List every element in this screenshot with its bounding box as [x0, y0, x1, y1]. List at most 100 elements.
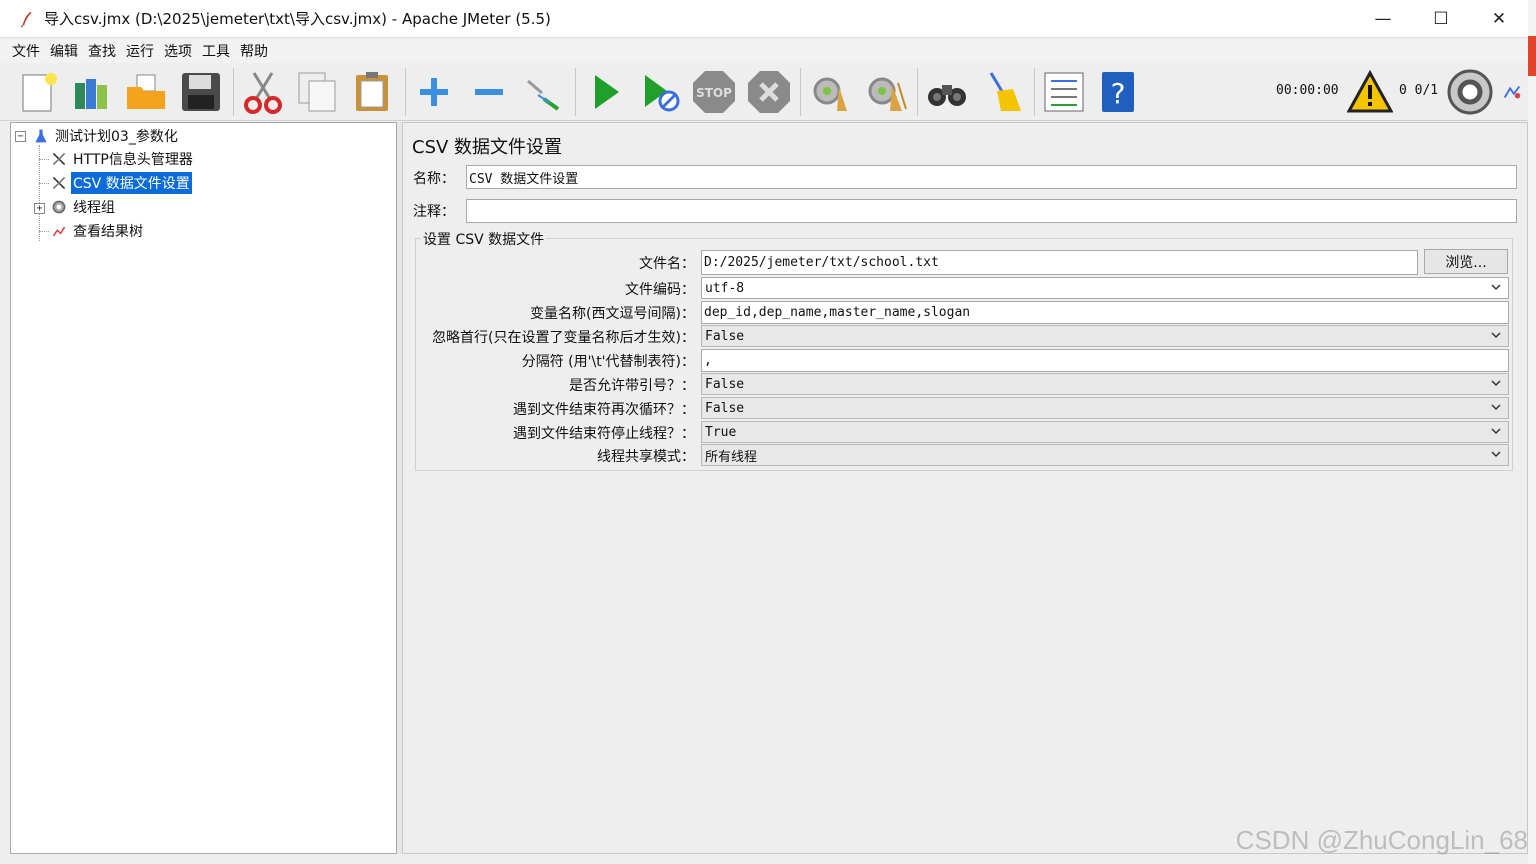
chart-icon: [49, 221, 69, 241]
wrench-icon: [49, 149, 69, 169]
save-icon: [182, 73, 220, 111]
new-file-icon: [22, 73, 57, 112]
new-button[interactable]: [14, 68, 62, 116]
open-folder-icon: [127, 74, 165, 109]
help-button[interactable]: ?: [1094, 68, 1142, 116]
menu-run[interactable]: 运行: [126, 41, 154, 61]
tree-collapse-root[interactable]: −: [15, 131, 26, 142]
thread-counts: 0 0/1: [1399, 83, 1438, 98]
menu-search[interactable]: 查找: [88, 41, 116, 61]
help-book-icon: ?: [1102, 72, 1134, 112]
templates-button[interactable]: [68, 68, 116, 116]
shutdown-icon: [748, 71, 790, 113]
ignore-first-line-select[interactable]: False: [701, 325, 1509, 347]
maximize-button[interactable]: ☐: [1412, 0, 1470, 38]
menu-edit[interactable]: 编辑: [50, 41, 78, 61]
csv-config-panel: CSV 数据文件设置 名称： CSV 数据文件设置 注释： 设置 CSV 数据文…: [402, 122, 1528, 854]
stop-icon-label: STOP: [696, 86, 732, 100]
active-threads: 0/1: [1414, 83, 1439, 98]
wrench-icon: [49, 173, 69, 193]
tree-node-label: 查看结果树: [73, 224, 143, 240]
encoding-label: 文件编码：: [625, 282, 695, 298]
cut-button[interactable]: [239, 68, 287, 116]
stop-thread-eof-label: 遇到文件结束符停止线程？：: [513, 426, 695, 442]
stop-button[interactable]: STOP: [690, 68, 738, 116]
minimize-button[interactable]: —: [1354, 0, 1412, 38]
filename-field[interactable]: D:/2025/jemeter/txt/school.txt: [701, 250, 1418, 275]
tree-node-label-selected: CSV 数据文件设置: [71, 172, 192, 194]
comment-label: 注释：: [413, 204, 455, 220]
paste-icon: [356, 72, 388, 111]
save-button[interactable]: [177, 68, 225, 116]
shutdown-button[interactable]: [745, 68, 793, 116]
toggle-button[interactable]: [519, 68, 567, 116]
recycle-eof-value: False: [705, 400, 745, 416]
chevron-down-icon: [1490, 425, 1502, 440]
encoding-select[interactable]: utf-8: [701, 277, 1509, 299]
allow-quoted-label: 是否允许带引号？：: [569, 378, 695, 394]
tree-node-thread-group[interactable]: 线程组: [49, 196, 117, 218]
stop-thread-eof-select[interactable]: True: [701, 421, 1509, 443]
start-no-pauses-button[interactable]: [636, 68, 684, 116]
function-helper-button[interactable]: [1040, 68, 1088, 116]
menu-bar: 文件 编辑 查找 运行 选项 工具 帮助: [0, 39, 1528, 63]
menu-help[interactable]: 帮助: [240, 41, 268, 61]
stop-icon: STOP: [693, 71, 735, 113]
test-plan-tree: − 测试计划03_参数化 HTTP信息头管理器 CSV 数据文件设置 + 线程组…: [10, 122, 397, 854]
tree-expand-thread-group[interactable]: +: [34, 203, 45, 214]
minus-icon: [475, 89, 503, 95]
filename-label: 文件名：: [639, 256, 695, 272]
warning-icon[interactable]: [1346, 68, 1394, 116]
tree-node-label: 测试计划03_参数化: [55, 129, 178, 145]
tree-node-csv-data-set[interactable]: CSV 数据文件设置: [49, 172, 192, 194]
tree-node-http-header-manager[interactable]: HTTP信息头管理器: [49, 148, 195, 170]
page-title: CSV 数据文件设置: [412, 137, 563, 158]
open-button[interactable]: [122, 68, 170, 116]
delimiter-field[interactable]: ,: [701, 349, 1509, 372]
menu-options[interactable]: 选项: [164, 41, 192, 61]
sharing-mode-value: 所有线程: [705, 449, 758, 465]
variable-names-label: 变量名称(西文逗号间隔)：: [530, 306, 695, 322]
sharing-mode-select[interactable]: 所有线程: [701, 444, 1509, 466]
ignore-first-line-value: False: [705, 328, 745, 344]
group-title: 设置 CSV 数据文件: [421, 229, 547, 249]
chevron-down-icon: [1490, 401, 1502, 416]
copy-button[interactable]: [294, 68, 342, 116]
warning-count: 0: [1399, 83, 1407, 98]
test-plan-icon: [31, 126, 51, 146]
collapse-all-button[interactable]: [465, 68, 513, 116]
clear-all-button[interactable]: [861, 68, 909, 116]
menu-tools[interactable]: 工具: [202, 41, 230, 61]
encoding-value: utf-8: [705, 280, 745, 296]
ignore-first-line-label: 忽略首行(只在设置了变量名称后才生效)：: [432, 330, 695, 346]
browse-button[interactable]: 浏览...: [1424, 249, 1508, 274]
function-list-icon: [1044, 72, 1084, 112]
gear-broom-all-icon: [868, 77, 907, 111]
allow-quoted-select[interactable]: False: [701, 373, 1509, 395]
clear-button[interactable]: [806, 68, 854, 116]
expand-all-button[interactable]: [410, 68, 458, 116]
tree-node-view-results-tree[interactable]: 查看结果树: [49, 220, 145, 242]
recycle-eof-select[interactable]: False: [701, 397, 1509, 419]
copy-icon: [298, 72, 336, 112]
paste-button[interactable]: [349, 68, 397, 116]
chevron-down-icon: [1490, 329, 1502, 344]
gear-broom-icon: [813, 77, 847, 111]
jmeter-feather-icon: [16, 8, 38, 30]
remote-status-icon[interactable]: [1446, 68, 1494, 116]
background-edge: [1528, 0, 1536, 864]
comment-field[interactable]: [466, 199, 1517, 223]
watermark: CSDN @ZhuCongLin_68: [1235, 825, 1528, 855]
menu-file[interactable]: 文件: [12, 41, 40, 61]
tree-node-test-plan[interactable]: 测试计划03_参数化: [31, 125, 180, 147]
name-field[interactable]: CSV 数据文件设置: [466, 165, 1517, 189]
close-button[interactable]: ✕: [1470, 0, 1528, 38]
log-viewer-icon[interactable]: [1498, 68, 1526, 116]
search-button[interactable]: [923, 68, 971, 116]
reset-search-button[interactable]: [978, 68, 1026, 116]
broom-icon: [989, 72, 1021, 111]
variable-names-field[interactable]: dep_id,dep_name,master_name,slogan: [701, 301, 1509, 324]
chevron-down-icon: [1490, 448, 1502, 463]
play-no-timers-icon: [645, 75, 680, 112]
start-button[interactable]: [582, 68, 630, 116]
